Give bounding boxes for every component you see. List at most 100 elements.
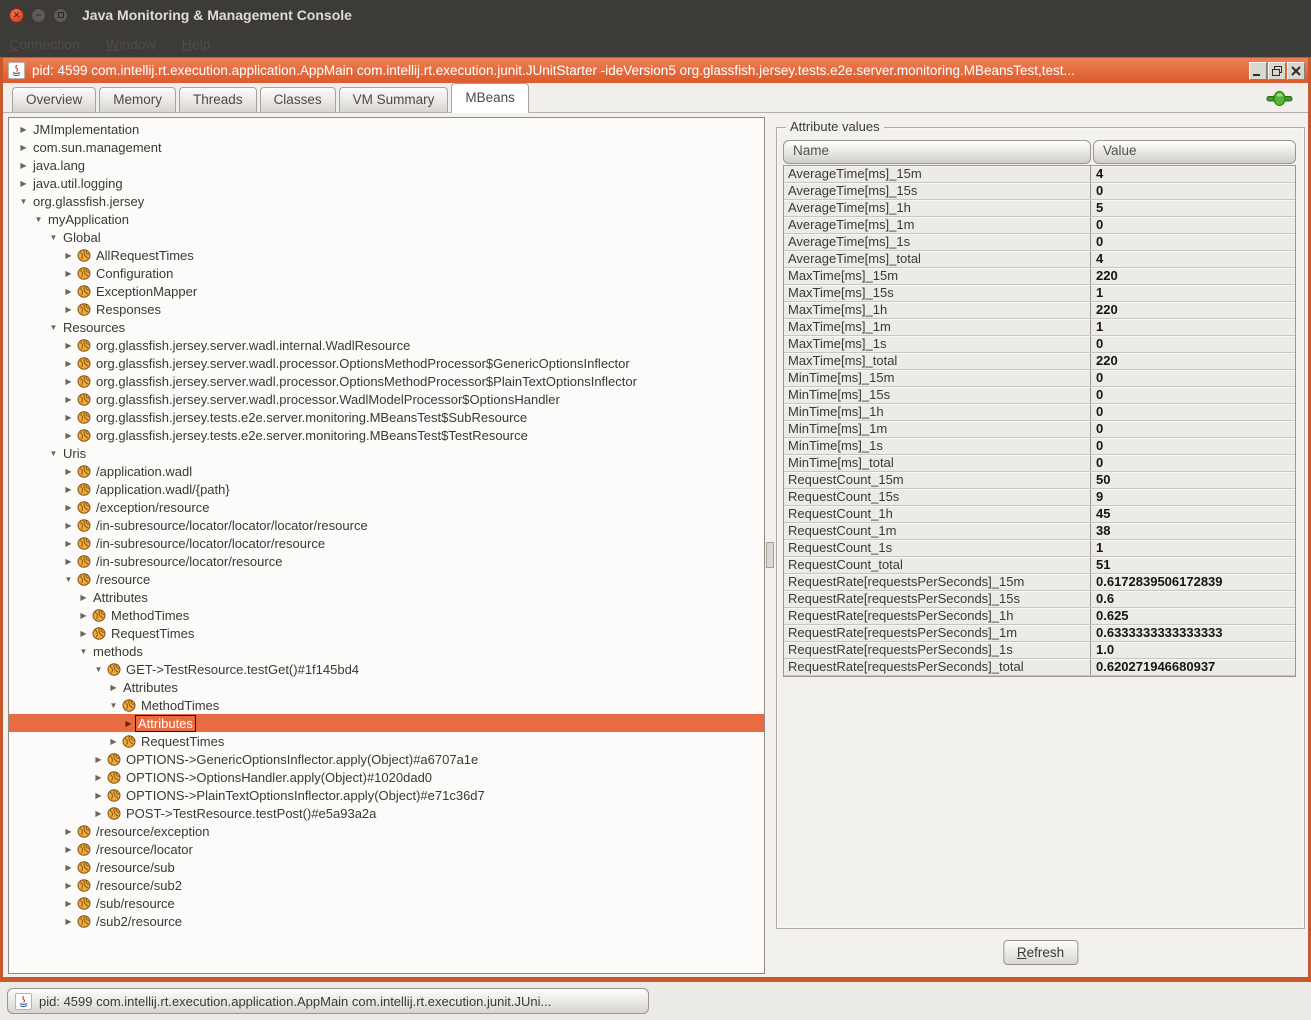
- tree-item[interactable]: ▶/exception/resource: [9, 498, 764, 516]
- expand-arrow-icon[interactable]: ▶: [17, 161, 30, 170]
- tree-item[interactable]: ▶java.util.logging: [9, 174, 764, 192]
- table-row[interactable]: RequestRate[requestsPerSeconds]_1h0.625: [784, 608, 1295, 625]
- collapse-arrow-icon[interactable]: ▼: [47, 323, 60, 332]
- tree-item[interactable]: ▶/sub2/resource: [9, 912, 764, 930]
- menu-help[interactable]: Help: [182, 36, 211, 52]
- table-row[interactable]: MinTime[ms]_15s0: [784, 387, 1295, 404]
- tree-item[interactable]: ▶POST->TestResource.testPost()#e5a93a2a: [9, 804, 764, 822]
- expand-arrow-icon[interactable]: ▶: [62, 899, 75, 908]
- taskbar-window-button[interactable]: pid: 4599 com.intellij.rt.execution.appl…: [7, 988, 649, 1014]
- tree-item[interactable]: ▶/in-subresource/locator/locator/locator…: [9, 516, 764, 534]
- tree-item[interactable]: ▶org.glassfish.jersey.tests.e2e.server.m…: [9, 426, 764, 444]
- tree-item[interactable]: ▶org.glassfish.jersey.server.wadl.proces…: [9, 372, 764, 390]
- expand-arrow-icon[interactable]: ▶: [77, 629, 90, 638]
- tree-item[interactable]: ▶/resource/exception: [9, 822, 764, 840]
- maximize-icon[interactable]: [53, 8, 68, 23]
- tree-item[interactable]: ▶OPTIONS->GenericOptionsInflector.apply(…: [9, 750, 764, 768]
- expand-arrow-icon[interactable]: ▶: [92, 809, 105, 818]
- expand-arrow-icon[interactable]: ▶: [62, 431, 75, 440]
- tab-overview[interactable]: Overview: [12, 87, 96, 112]
- menu-window[interactable]: Window: [106, 36, 156, 52]
- table-row[interactable]: AverageTime[ms]_1m0: [784, 217, 1295, 234]
- frame-close-icon[interactable]: [1287, 62, 1305, 80]
- table-row[interactable]: AverageTime[ms]_1h5: [784, 200, 1295, 217]
- tree-item[interactable]: ▶ExceptionMapper: [9, 282, 764, 300]
- frame-restore-icon[interactable]: [1268, 62, 1286, 80]
- table-row[interactable]: RequestCount_total51: [784, 557, 1295, 574]
- table-row[interactable]: MinTime[ms]_1h0: [784, 404, 1295, 421]
- table-row[interactable]: AverageTime[ms]_15s0: [784, 183, 1295, 200]
- tree-item[interactable]: ▶OPTIONS->OptionsHandler.apply(Object)#1…: [9, 768, 764, 786]
- close-icon[interactable]: ✕: [9, 8, 24, 23]
- expand-arrow-icon[interactable]: ▶: [77, 611, 90, 620]
- frame-minimize-icon[interactable]: [1249, 62, 1267, 80]
- tree-item[interactable]: ▶MethodTimes: [9, 606, 764, 624]
- table-row[interactable]: MinTime[ms]_15m0: [784, 370, 1295, 387]
- tree-item[interactable]: ▶/in-subresource/locator/resource: [9, 552, 764, 570]
- expand-arrow-icon[interactable]: ▶: [77, 593, 90, 602]
- expand-arrow-icon[interactable]: ▶: [62, 377, 75, 386]
- tree-item[interactable]: ▶/application.wadl/{path}: [9, 480, 764, 498]
- expand-arrow-icon[interactable]: ▶: [62, 863, 75, 872]
- tree-item[interactable]: ▶/application.wadl: [9, 462, 764, 480]
- tree-item[interactable]: ▶org.glassfish.jersey.server.wadl.intern…: [9, 336, 764, 354]
- tree-item[interactable]: ▶Configuration: [9, 264, 764, 282]
- table-row[interactable]: RequestCount_15m50: [784, 472, 1295, 489]
- collapse-arrow-icon[interactable]: ▼: [17, 197, 30, 206]
- table-row[interactable]: RequestCount_1m38: [784, 523, 1295, 540]
- table-row[interactable]: MaxTime[ms]_total220: [784, 353, 1295, 370]
- tree-item[interactable]: ▶OPTIONS->PlainTextOptionsInflector.appl…: [9, 786, 764, 804]
- expand-arrow-icon[interactable]: ▶: [62, 539, 75, 548]
- refresh-button[interactable]: Refresh: [1003, 940, 1078, 965]
- table-row[interactable]: MaxTime[ms]_1h220: [784, 302, 1295, 319]
- table-row[interactable]: MinTime[ms]_1s0: [784, 438, 1295, 455]
- table-row[interactable]: MinTime[ms]_1m0: [784, 421, 1295, 438]
- tree-item[interactable]: ▶/sub/resource: [9, 894, 764, 912]
- table-row[interactable]: MinTime[ms]_total0: [784, 455, 1295, 472]
- table-row[interactable]: MaxTime[ms]_1s0: [784, 336, 1295, 353]
- expand-arrow-icon[interactable]: ▶: [17, 179, 30, 188]
- tree-item[interactable]: ▶/resource/sub2: [9, 876, 764, 894]
- tree-item[interactable]: ▶RequestTimes: [9, 624, 764, 642]
- split-divider[interactable]: [765, 114, 775, 977]
- tab-memory[interactable]: Memory: [99, 87, 176, 112]
- expand-arrow-icon[interactable]: ▶: [92, 791, 105, 800]
- tree-item[interactable]: ▶Attributes: [9, 678, 764, 696]
- expand-arrow-icon[interactable]: ▶: [92, 755, 105, 764]
- collapse-arrow-icon[interactable]: ▼: [92, 665, 105, 674]
- tree-item[interactable]: ▼MethodTimes: [9, 696, 764, 714]
- collapse-arrow-icon[interactable]: ▼: [107, 701, 120, 710]
- tree-item[interactable]: ▼GET->TestResource.testGet()#1f145bd4: [9, 660, 764, 678]
- tree-item[interactable]: ▼Uris: [9, 444, 764, 462]
- table-row[interactable]: RequestRate[requestsPerSeconds]_1m0.6333…: [784, 625, 1295, 642]
- expand-arrow-icon[interactable]: ▶: [62, 359, 75, 368]
- table-row[interactable]: RequestCount_1s1: [784, 540, 1295, 557]
- expand-arrow-icon[interactable]: ▶: [62, 305, 75, 314]
- tree-item[interactable]: ▼methods: [9, 642, 764, 660]
- tree-item[interactable]: ▼/resource: [9, 570, 764, 588]
- table-row[interactable]: RequestRate[requestsPerSeconds]_15s0.6: [784, 591, 1295, 608]
- tab-threads[interactable]: Threads: [179, 87, 257, 112]
- expand-arrow-icon[interactable]: ▶: [62, 341, 75, 350]
- expand-arrow-icon[interactable]: ▶: [62, 503, 75, 512]
- tree-item[interactable]: ▶Attributes: [9, 588, 764, 606]
- table-row[interactable]: RequestRate[requestsPerSeconds]_total0.6…: [784, 659, 1295, 676]
- collapse-arrow-icon[interactable]: ▼: [77, 647, 90, 656]
- tab-vm-summary[interactable]: VM Summary: [339, 87, 449, 112]
- tree-item[interactable]: ▶org.glassfish.jersey.tests.e2e.server.m…: [9, 408, 764, 426]
- table-row[interactable]: MaxTime[ms]_1m1: [784, 319, 1295, 336]
- collapse-arrow-icon[interactable]: ▼: [47, 233, 60, 242]
- table-row[interactable]: RequestCount_1h45: [784, 506, 1295, 523]
- column-header-value[interactable]: Value: [1093, 140, 1296, 164]
- expand-arrow-icon[interactable]: ▶: [17, 125, 30, 134]
- tree-item[interactable]: ▶Attributes: [9, 714, 764, 732]
- menu-connection[interactable]: Connection: [9, 36, 80, 52]
- expand-arrow-icon[interactable]: ▶: [62, 467, 75, 476]
- column-header-name[interactable]: Name: [783, 140, 1091, 164]
- tree-item[interactable]: ▼Resources: [9, 318, 764, 336]
- tree-item[interactable]: ▶org.glassfish.jersey.server.wadl.proces…: [9, 390, 764, 408]
- tree-item[interactable]: ▶java.lang: [9, 156, 764, 174]
- table-row[interactable]: RequestCount_15s9: [784, 489, 1295, 506]
- collapse-arrow-icon[interactable]: ▼: [62, 575, 75, 584]
- tree-item[interactable]: ▶org.glassfish.jersey.server.wadl.proces…: [9, 354, 764, 372]
